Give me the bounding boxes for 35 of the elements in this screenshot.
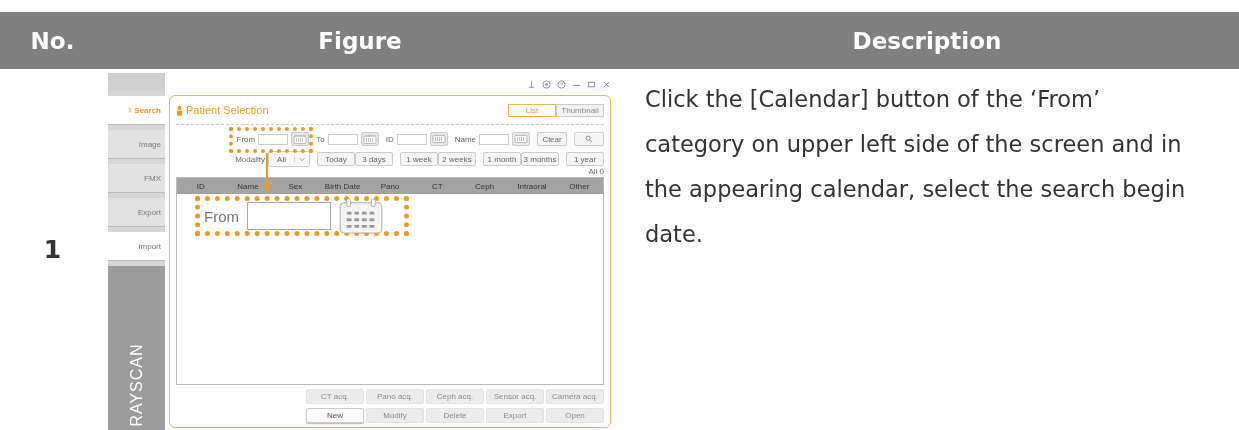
list-column-header[interactable]: Name	[224, 181, 272, 191]
list-column-header[interactable]: Intraoral	[508, 181, 556, 191]
brand-logo: RAYSCAN	[127, 343, 146, 427]
date-range-button[interactable]: 1 month	[483, 152, 521, 166]
list-column-header[interactable]: Pano	[366, 181, 414, 191]
field-label: Modality	[235, 154, 265, 164]
date-range-button[interactable]: 3 months	[521, 152, 559, 166]
date-range-button[interactable]: 1 year	[566, 152, 604, 166]
field-label: From	[204, 207, 239, 225]
column-header: No.	[29, 27, 76, 54]
modality-dropdown[interactable]: All	[268, 151, 310, 167]
row-number: 1	[43, 235, 62, 264]
result-count: All 0	[588, 167, 604, 176]
field-label: ID	[385, 134, 394, 144]
list-column-header[interactable]: Ceph	[460, 181, 509, 191]
clear-button[interactable]: Clear	[537, 132, 567, 146]
field-label: To	[316, 134, 325, 144]
panel-title: Patient Selection	[186, 104, 269, 116]
column-header: Figure	[317, 27, 403, 54]
list-column-header[interactable]: Sex	[271, 181, 319, 191]
date-range-button[interactable]: 3 days	[355, 152, 393, 166]
action-button[interactable]: New	[306, 408, 364, 423]
view-tab[interactable]: Thumbnail	[556, 103, 604, 117]
date-range-button[interactable]: 1 week	[400, 152, 438, 166]
description-text: Click the [Calendar] button of the ‘From’ category on upper left side of the screen and in the appearing calendar, select the search begin date.	[645, 85, 1187, 249]
field-label: Name	[454, 134, 476, 144]
column-header: Description	[851, 27, 1003, 54]
list-column-header[interactable]: CT	[413, 181, 461, 191]
list-column-header[interactable]: Other	[555, 181, 603, 191]
list-column-header[interactable]: ID	[177, 181, 225, 191]
date-range-button[interactable]: Today	[317, 152, 355, 166]
field-label: From	[236, 134, 256, 144]
sidebar-item[interactable]: Import	[108, 232, 165, 261]
date-range-button[interactable]: 2 weeks	[438, 152, 476, 166]
list-column-header[interactable]: Birth Date	[319, 181, 367, 191]
